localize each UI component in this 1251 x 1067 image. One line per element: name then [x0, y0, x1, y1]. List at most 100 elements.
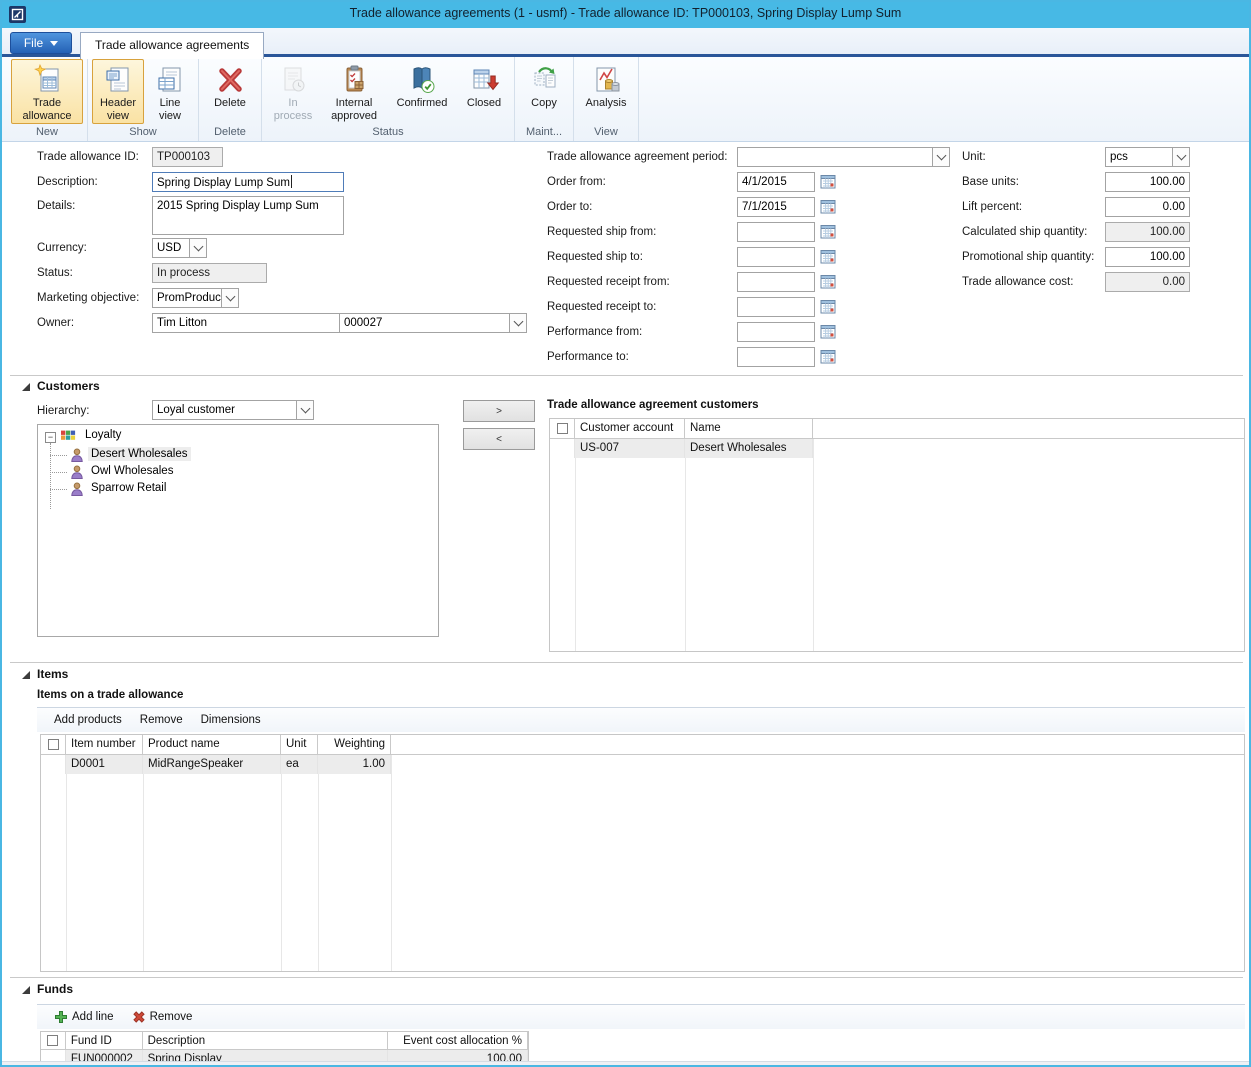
column-header-weighting[interactable]: Weighting [318, 735, 391, 754]
marketing-objective-dropdown-button[interactable] [221, 288, 239, 308]
hierarchy-field[interactable]: Loyal customer [152, 400, 297, 420]
currency-field[interactable]: USD [152, 238, 190, 258]
grid-column-line [318, 755, 319, 971]
trade-allowance-id-field[interactable]: TP000103 [152, 147, 223, 167]
trade-allowance-button[interactable]: Trade allowance [11, 59, 83, 124]
requested-receipt-from-field[interactable] [737, 272, 815, 292]
currency-dropdown-button[interactable] [189, 238, 207, 258]
customers-grid-title: Trade allowance agreement customers [547, 399, 759, 411]
tree-node-owl-wholesales[interactable]: Owl Wholesales [88, 465, 176, 477]
agreement-period-dropdown-button[interactable] [932, 147, 950, 167]
owner-name-field[interactable]: Tim Litton [152, 313, 340, 333]
calendar-icon[interactable] [820, 273, 837, 290]
tree-node-label: Owl Wholesales [88, 464, 176, 478]
description-value: Spring Display Lump Sum [157, 177, 290, 189]
analysis-button-label: Analysis [586, 97, 627, 110]
text-caret [291, 175, 292, 188]
performance-to-field[interactable] [737, 347, 815, 367]
closed-button-label: Closed [467, 97, 501, 110]
order-from-field[interactable]: 4/1/2015 [737, 172, 815, 192]
items-expander-icon[interactable] [22, 671, 30, 679]
tree-node-sparrow-retail[interactable]: Sparrow Retail [88, 482, 169, 494]
ribbon-group-label-new: New [10, 124, 84, 141]
calendar-icon[interactable] [820, 173, 837, 190]
select-all-checkbox[interactable] [48, 739, 59, 750]
column-header-item-number[interactable]: Item number [66, 735, 143, 754]
customers-grid-header: Customer account Name [550, 419, 1244, 439]
analysis-button[interactable]: Analysis [578, 59, 634, 124]
header-view-button[interactable]: Header view [92, 59, 144, 124]
calendar-icon[interactable] [820, 348, 837, 365]
trade-allowance-button-label: Trade allowance [14, 97, 80, 123]
move-left-button[interactable]: < [463, 428, 535, 450]
item-row[interactable]: D0001 MidRangeSpeaker ea 1.00 [41, 755, 1244, 774]
customers-expander-icon[interactable] [22, 383, 30, 391]
funds-section-title: Funds [37, 982, 73, 996]
owner-label: Owner: [37, 317, 74, 329]
file-menu-button[interactable]: File [10, 32, 72, 54]
calendar-icon[interactable] [820, 198, 837, 215]
column-header-fund-id[interactable]: Fund ID [66, 1032, 143, 1049]
column-header-customer-account[interactable]: Customer account [575, 419, 685, 438]
requested-receipt-from-label: Requested receipt from: [547, 276, 670, 288]
internal-approved-button[interactable]: Internal approved [322, 59, 386, 124]
unit-dropdown-button[interactable] [1172, 147, 1190, 167]
tree-node-loyalty[interactable]: Loyalty [82, 429, 124, 441]
tree-node-desert-wholesales[interactable]: Desert Wholesales [88, 448, 191, 460]
customer-row[interactable]: US-007 Desert Wholesales [550, 439, 1244, 458]
line-view-button[interactable]: Line view [146, 59, 194, 124]
promotional-ship-quantity-label: Promotional ship quantity: [962, 251, 1094, 263]
calendar-icon[interactable] [820, 298, 837, 315]
add-products-button[interactable]: Add products [54, 714, 122, 726]
marketing-objective-label: Marketing objective: [37, 292, 139, 304]
tab-trade-allowance-agreements[interactable]: Trade allowance agreements [80, 32, 264, 59]
delete-button[interactable]: Delete [203, 59, 257, 124]
add-line-button[interactable]: Add line [54, 1010, 114, 1024]
performance-from-field[interactable] [737, 322, 815, 342]
remove-fund-button[interactable]: Remove [132, 1010, 193, 1024]
calculated-ship-quantity-label: Calculated ship quantity: [962, 226, 1087, 238]
hierarchy-dropdown-button[interactable] [296, 400, 314, 420]
loyalty-category-icon [60, 428, 76, 444]
promotional-ship-quantity-field[interactable]: 100.00 [1105, 247, 1190, 267]
section-divider [10, 375, 1243, 376]
unit-field[interactable]: pcs [1105, 147, 1173, 167]
calendar-icon[interactable] [820, 323, 837, 340]
select-all-checkbox[interactable] [47, 1035, 58, 1046]
remove-items-button[interactable]: Remove [140, 714, 183, 726]
tree-collapse-icon[interactable]: − [45, 432, 56, 443]
column-header-event-cost-allocation[interactable]: Event cost allocation % [388, 1032, 528, 1049]
order-to-field[interactable]: 7/1/2015 [737, 197, 815, 217]
confirmed-button[interactable]: Confirmed [388, 59, 456, 124]
chevron-down-icon [50, 41, 58, 46]
move-right-button[interactable]: > [463, 400, 535, 422]
description-field[interactable]: Spring Display Lump Sum [152, 172, 344, 192]
row-checkbox-cell[interactable] [550, 439, 575, 458]
closed-button[interactable]: Closed [458, 59, 510, 124]
column-header-unit[interactable]: Unit [281, 735, 318, 754]
calendar-icon[interactable] [820, 248, 837, 265]
calendar-icon[interactable] [820, 223, 837, 240]
details-field[interactable]: 2015 Spring Display Lump Sum [152, 196, 344, 235]
column-header-name[interactable]: Name [685, 419, 813, 438]
owner-code-field[interactable]: 000027 [339, 313, 510, 333]
column-header-product-name[interactable]: Product name [143, 735, 281, 754]
lift-percent-field[interactable]: 0.00 [1105, 197, 1190, 217]
requested-ship-from-field[interactable] [737, 222, 815, 242]
grid-column-line [143, 755, 144, 971]
owner-dropdown-button[interactable] [509, 313, 527, 333]
dimensions-button[interactable]: Dimensions [201, 714, 261, 726]
column-header-description[interactable]: Description [143, 1032, 388, 1049]
title-bar: Trade allowance agreements (1 - usmf) - … [2, 2, 1249, 28]
requested-ship-to-field[interactable] [737, 247, 815, 267]
select-all-checkbox[interactable] [557, 423, 568, 434]
row-checkbox-cell[interactable] [41, 755, 66, 774]
in-process-icon [277, 63, 309, 97]
in-process-button-label: In process [269, 97, 317, 123]
copy-button[interactable]: Copy [519, 59, 569, 124]
requested-receipt-to-field[interactable] [737, 297, 815, 317]
base-units-field[interactable]: 100.00 [1105, 172, 1190, 192]
marketing-objective-field[interactable]: PromProduc [152, 288, 222, 308]
agreement-period-field[interactable] [737, 147, 933, 167]
funds-expander-icon[interactable] [22, 986, 30, 994]
